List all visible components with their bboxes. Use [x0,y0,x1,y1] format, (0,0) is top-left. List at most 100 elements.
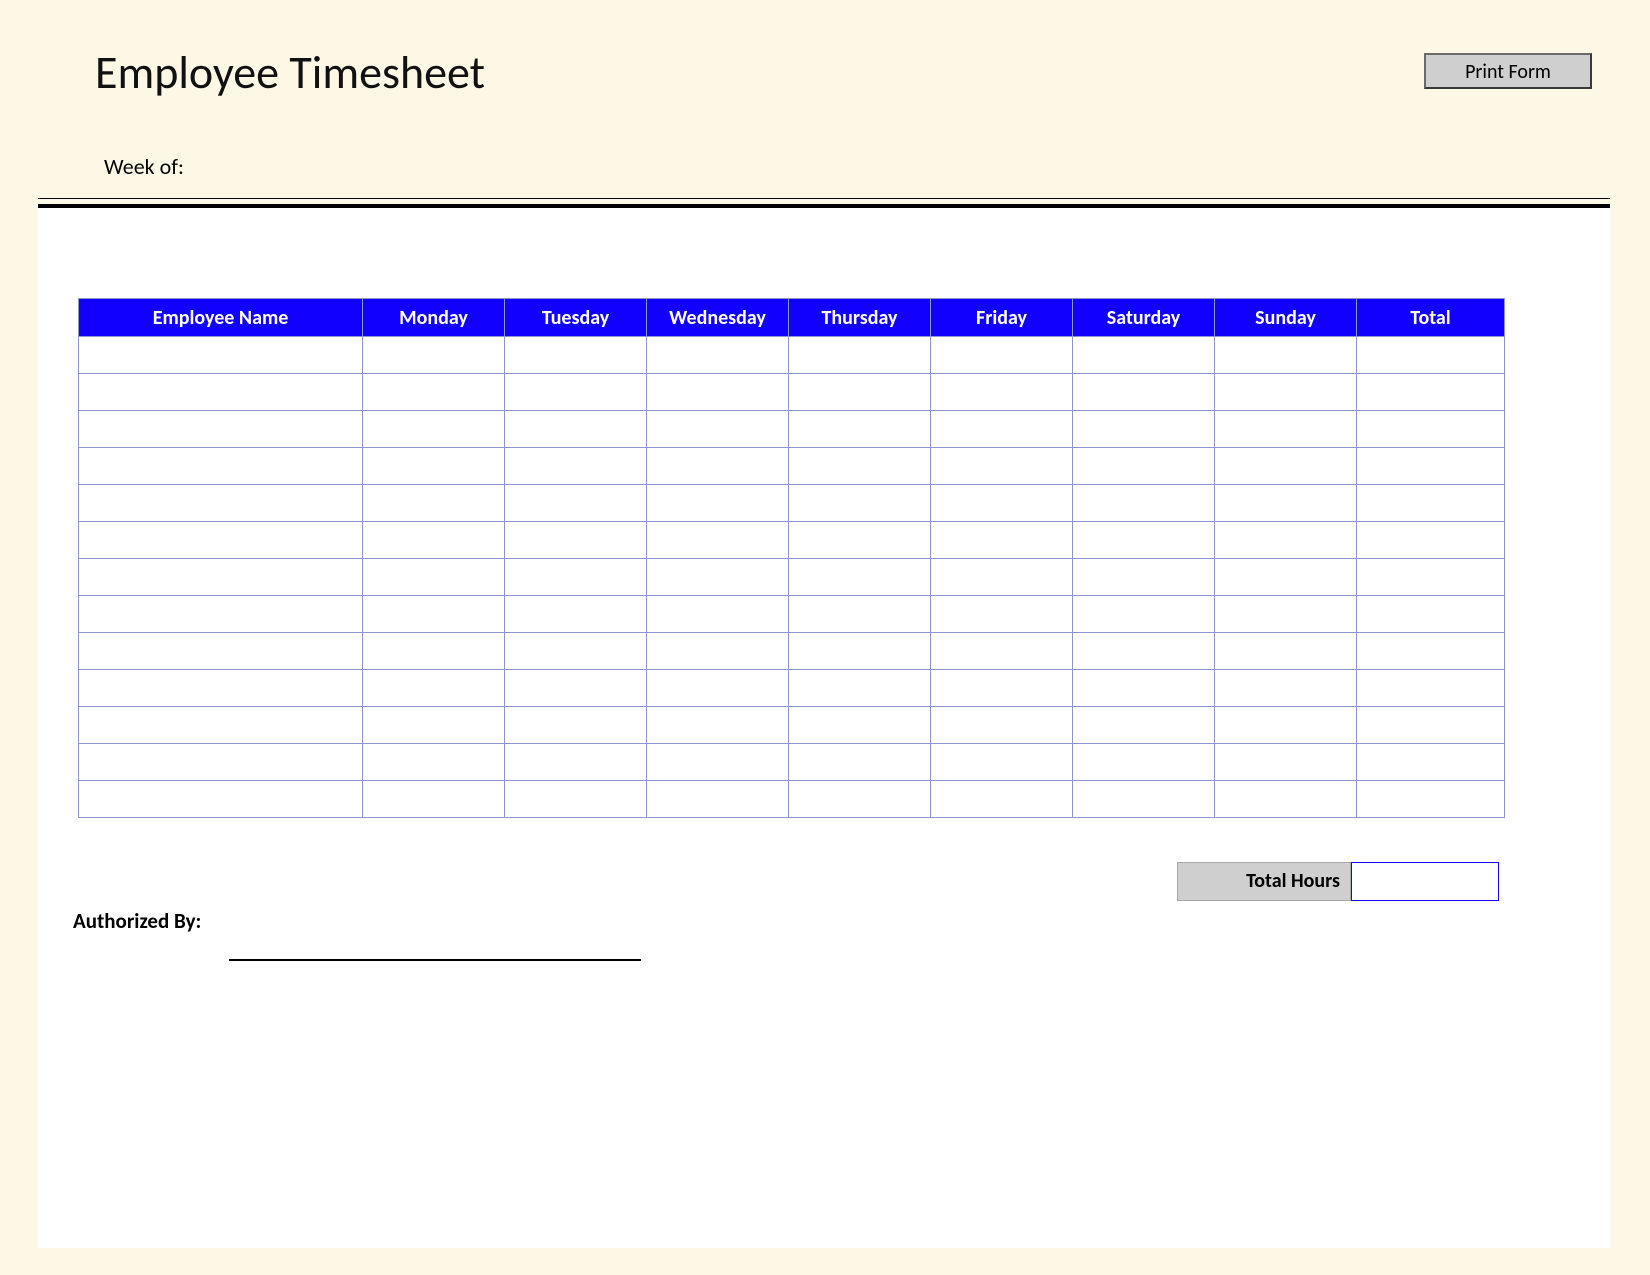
table-cell[interactable] [363,485,505,522]
table-cell[interactable] [789,374,931,411]
table-cell[interactable] [1215,337,1357,374]
table-cell[interactable] [647,448,789,485]
table-cell[interactable] [79,559,363,596]
table-cell[interactable] [1073,522,1215,559]
table-cell[interactable] [505,596,647,633]
table-cell[interactable] [1357,596,1505,633]
table-cell[interactable] [1073,707,1215,744]
table-cell[interactable] [1357,707,1505,744]
table-cell[interactable] [505,781,647,818]
table-cell[interactable] [1215,744,1357,781]
table-cell[interactable] [1073,781,1215,818]
table-cell[interactable] [647,596,789,633]
table-cell[interactable] [931,559,1073,596]
table-cell[interactable] [1073,448,1215,485]
table-cell[interactable] [789,559,931,596]
table-cell[interactable] [931,744,1073,781]
table-cell[interactable] [1357,337,1505,374]
table-cell[interactable] [363,781,505,818]
table-cell[interactable] [505,633,647,670]
table-cell[interactable] [789,670,931,707]
table-cell[interactable] [505,374,647,411]
table-cell[interactable] [1357,559,1505,596]
table-cell[interactable] [505,707,647,744]
table-cell[interactable] [505,485,647,522]
table-cell[interactable] [505,559,647,596]
table-cell[interactable] [1215,670,1357,707]
table-cell[interactable] [1215,411,1357,448]
table-cell[interactable] [1073,596,1215,633]
table-cell[interactable] [1215,559,1357,596]
table-cell[interactable] [931,633,1073,670]
table-cell[interactable] [363,633,505,670]
table-cell[interactable] [79,707,363,744]
table-cell[interactable] [363,559,505,596]
authorized-by-input[interactable] [229,934,641,961]
table-cell[interactable] [79,744,363,781]
total-hours-input[interactable] [1351,862,1499,901]
table-cell[interactable] [647,485,789,522]
table-cell[interactable] [363,448,505,485]
table-cell[interactable] [79,781,363,818]
table-cell[interactable] [363,744,505,781]
table-cell[interactable] [1073,559,1215,596]
table-cell[interactable] [1357,633,1505,670]
print-form-button[interactable]: Print Form [1424,53,1592,89]
table-cell[interactable] [1073,337,1215,374]
table-cell[interactable] [505,522,647,559]
table-cell[interactable] [363,670,505,707]
table-cell[interactable] [931,374,1073,411]
table-cell[interactable] [1357,781,1505,818]
table-cell[interactable] [1215,596,1357,633]
table-cell[interactable] [647,633,789,670]
table-cell[interactable] [647,559,789,596]
table-cell[interactable] [789,448,931,485]
table-cell[interactable] [363,374,505,411]
table-cell[interactable] [1073,485,1215,522]
table-cell[interactable] [789,707,931,744]
table-cell[interactable] [505,448,647,485]
table-cell[interactable] [1357,670,1505,707]
table-cell[interactable] [505,337,647,374]
table-cell[interactable] [647,744,789,781]
table-cell[interactable] [79,411,363,448]
table-cell[interactable] [1215,448,1357,485]
table-cell[interactable] [647,522,789,559]
table-cell[interactable] [789,633,931,670]
table-cell[interactable] [931,411,1073,448]
table-cell[interactable] [931,485,1073,522]
table-cell[interactable] [1357,411,1505,448]
table-cell[interactable] [647,670,789,707]
table-cell[interactable] [647,337,789,374]
table-cell[interactable] [363,411,505,448]
table-cell[interactable] [79,337,363,374]
table-cell[interactable] [79,374,363,411]
table-cell[interactable] [505,744,647,781]
table-cell[interactable] [1073,744,1215,781]
table-cell[interactable] [363,337,505,374]
table-cell[interactable] [1073,633,1215,670]
table-cell[interactable] [647,781,789,818]
table-cell[interactable] [789,596,931,633]
table-cell[interactable] [1215,374,1357,411]
table-cell[interactable] [931,707,1073,744]
table-cell[interactable] [363,596,505,633]
table-cell[interactable] [363,522,505,559]
table-cell[interactable] [789,485,931,522]
table-cell[interactable] [1357,522,1505,559]
table-cell[interactable] [931,781,1073,818]
table-cell[interactable] [505,411,647,448]
table-cell[interactable] [1215,707,1357,744]
table-cell[interactable] [789,522,931,559]
table-cell[interactable] [931,337,1073,374]
table-cell[interactable] [1215,781,1357,818]
table-cell[interactable] [505,670,647,707]
table-cell[interactable] [79,596,363,633]
table-cell[interactable] [1073,670,1215,707]
table-cell[interactable] [789,411,931,448]
table-cell[interactable] [79,448,363,485]
table-cell[interactable] [79,522,363,559]
table-cell[interactable] [789,744,931,781]
table-cell[interactable] [931,522,1073,559]
table-cell[interactable] [1357,448,1505,485]
